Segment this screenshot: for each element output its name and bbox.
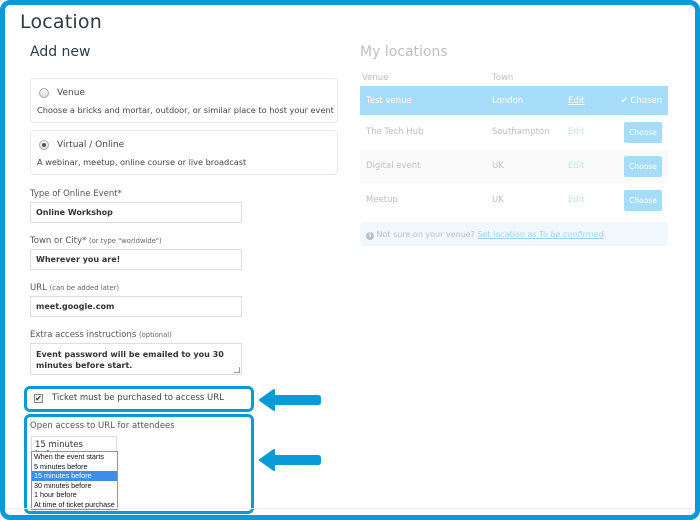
table-row: Digital event UK Edit Choose	[360, 149, 668, 183]
open-access-dropdown-list: When the event starts 5 minutes before 1…	[31, 451, 118, 510]
set-tbc-link[interactable]: Set location as To be confirmed	[477, 230, 603, 239]
venue-town: UK	[492, 161, 504, 171]
virtual-description: A webinar, meetup, online course or live…	[37, 157, 247, 167]
virtual-radio-label: Virtual / Online	[57, 140, 125, 150]
town-hint: (or type "worldwide")	[89, 237, 162, 245]
table-header: Venue Town	[360, 70, 668, 86]
ticket-checkbox-label: Ticket must be purchased to access URL	[52, 393, 224, 403]
venue-name: Meetup	[366, 195, 398, 205]
extra-label-text: Extra access instructions	[30, 330, 137, 340]
dropdown-option[interactable]: 1 hour before	[32, 490, 117, 500]
event-type-label: Type of Online Event*	[30, 189, 122, 199]
dropdown-option[interactable]: 5 minutes before	[32, 462, 117, 472]
venue-radio[interactable]	[39, 88, 49, 98]
venue-town: UK	[492, 195, 504, 205]
extra-hint: (optional)	[138, 331, 172, 339]
edit-link[interactable]: Edit	[568, 161, 614, 171]
dropdown-option[interactable]: 30 minutes before	[32, 481, 117, 491]
dropdown-option[interactable]: When the event starts	[32, 452, 117, 462]
my-locations-table: Venue Town Test venue London Edit ✔ Chos…	[360, 70, 668, 217]
choose-button[interactable]: Choose	[624, 189, 662, 211]
column-header-venue: Venue	[362, 73, 389, 83]
venue-name: Test venue	[366, 95, 412, 106]
venue-name: Digital event	[366, 161, 421, 171]
arrow-left-icon	[259, 449, 321, 471]
info-suffix: .	[603, 230, 607, 239]
venue-town: London	[492, 95, 524, 106]
edit-link[interactable]: Edit	[568, 96, 614, 106]
page-title: Location	[20, 11, 102, 33]
info-icon: i	[366, 232, 374, 240]
table-row-chosen: Test venue London Edit ✔ Chosen	[360, 86, 668, 115]
venue-radio-label: Venue	[57, 88, 85, 98]
edit-link[interactable]: Edit	[568, 127, 614, 137]
venue-town: Southampton	[492, 127, 550, 137]
ticket-checkbox[interactable]: ✔	[34, 393, 43, 403]
url-label: URL (can be added later)	[30, 283, 119, 293]
extra-instructions-value: Event password will be emailed to you 30…	[36, 350, 224, 370]
venue-name: The Tech Hub	[366, 127, 424, 137]
edit-link[interactable]: Edit	[568, 195, 614, 205]
resize-handle-icon[interactable]	[234, 367, 240, 373]
virtual-radio[interactable]	[39, 140, 49, 150]
add-new-heading: Add new	[30, 44, 91, 60]
dropdown-option-selected[interactable]: 15 minutes before	[32, 471, 117, 481]
tbc-link-prefix: Set location as	[477, 230, 537, 239]
table-row: The Tech Hub Southampton Edit Choose	[360, 115, 668, 149]
choose-button[interactable]: Choose	[624, 155, 662, 177]
town-label: Town or City* (or type "worldwide")	[30, 236, 162, 246]
venue-description: Choose a bricks and mortar, outdoor, or …	[37, 105, 334, 115]
venue-option-card[interactable]: Venue Choose a bricks and mortar, outdoo…	[30, 78, 338, 123]
arrow-left-icon	[259, 389, 321, 411]
divider	[5, 508, 695, 509]
event-type-label-text: Type of Online Event*	[30, 189, 122, 199]
my-locations-heading: My locations	[360, 44, 448, 60]
open-access-select[interactable]: 15 minutes before▾	[31, 436, 117, 460]
table-row: Meetup UK Edit Choose	[360, 183, 668, 217]
column-header-town: Town	[492, 73, 514, 83]
url-input[interactable]: meet.google.com	[30, 296, 242, 317]
tbc-info-box: i Not sure on your venue? Set location a…	[360, 222, 668, 246]
town-label-text: Town or City*	[30, 236, 87, 246]
extra-instructions-textarea[interactable]: Event password will be emailed to you 30…	[30, 343, 242, 375]
tbc-link-italic: To be confirmed	[539, 230, 604, 239]
url-hint: (can be added later)	[49, 284, 120, 292]
open-access-label: Open access to URL for attendees	[30, 421, 175, 431]
url-label-text: URL	[30, 283, 47, 293]
info-text: Not sure on your venue?	[376, 230, 475, 239]
ticket-checkbox-row[interactable]: ✔ Ticket must be purchased to access URL	[34, 393, 224, 403]
town-input[interactable]: Wherever you are!	[30, 249, 242, 270]
extra-instructions-label: Extra access instructions (optional)	[30, 330, 172, 340]
chosen-status: ✔ Chosen	[620, 95, 662, 106]
event-type-input[interactable]: Online Workshop	[30, 202, 242, 223]
virtual-option-card[interactable]: Virtual / Online A webinar, meetup, onli…	[30, 130, 338, 175]
choose-button[interactable]: Choose	[624, 121, 662, 143]
